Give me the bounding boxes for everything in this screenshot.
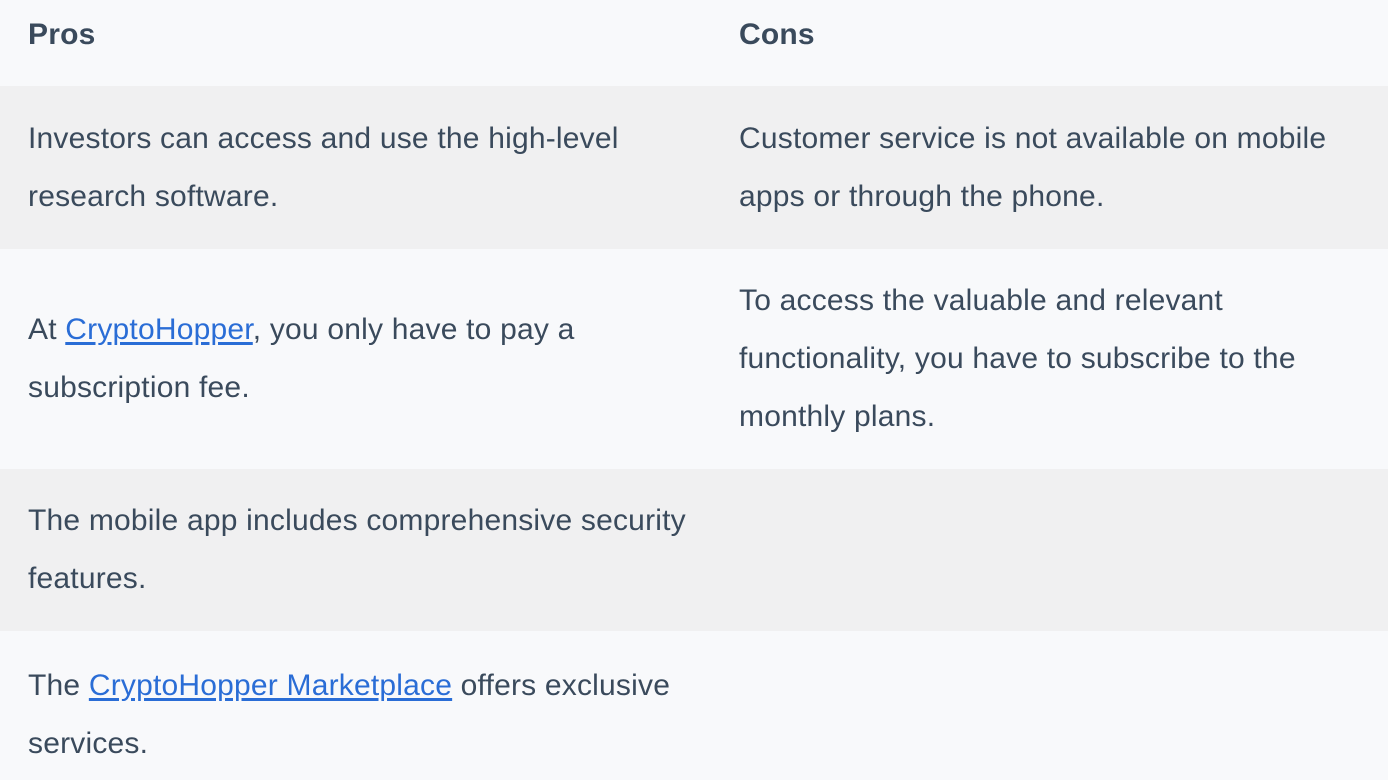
cons-cell: Customer service is not available on mob… (711, 110, 1388, 226)
header-pros: Pros (28, 18, 96, 51)
pros-cell: At CryptoHopper, you only have to pay a … (0, 301, 711, 417)
pros-cell: Investors can access and use the high-le… (0, 110, 711, 226)
pros-text: Investors can access and use the high-le… (28, 121, 619, 213)
cons-cell: To access the valuable and relevant func… (711, 272, 1388, 446)
pros-cell: The mobile app includes comprehensive se… (0, 492, 711, 608)
cryptohopper-marketplace-link[interactable]: CryptoHopper Marketplace (89, 669, 452, 702)
pros-cell: The CryptoHopper Marketplace offers excl… (0, 631, 711, 773)
table-row: The mobile app includes comprehensive se… (0, 469, 1388, 631)
cryptohopper-link[interactable]: CryptoHopper (65, 313, 253, 346)
pros-text: The mobile app includes comprehensive se… (28, 504, 686, 595)
pros-text-before: At (28, 313, 66, 346)
table-row: The CryptoHopper Marketplace offers excl… (0, 631, 1388, 780)
table-header-row: Pros Cons (0, 0, 1388, 86)
table-row: Investors can access and use the high-le… (0, 86, 1388, 249)
pros-cons-table: Pros Cons Investors can access and use t… (0, 0, 1388, 780)
cons-cell (711, 631, 1388, 657)
pros-text-before: The (28, 669, 89, 702)
header-cons: Cons (739, 18, 815, 51)
table-row: At CryptoHopper, you only have to pay a … (0, 249, 1388, 469)
cons-text: To access the valuable and relevant func… (739, 284, 1296, 433)
cons-text: Customer service is not available on mob… (739, 121, 1327, 213)
